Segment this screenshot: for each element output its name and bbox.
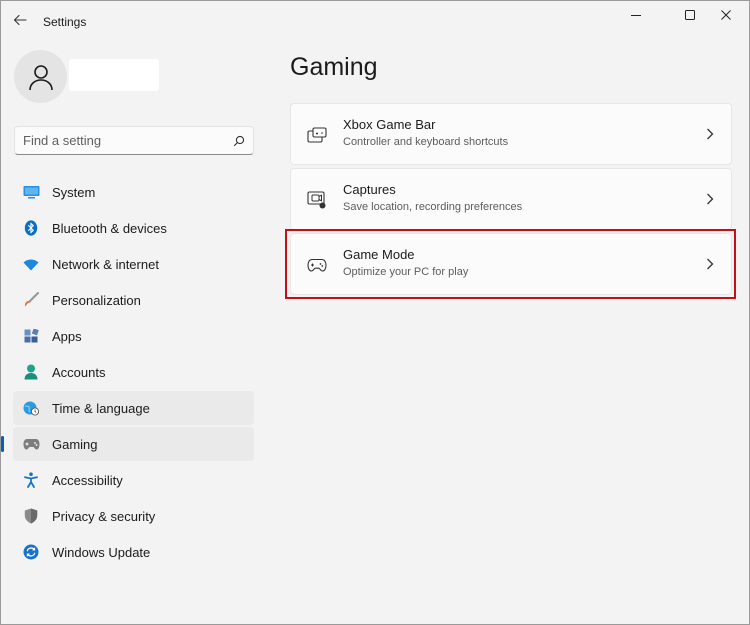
card-title: Captures: [343, 182, 396, 197]
sidebar-item-accounts[interactable]: Accounts: [13, 355, 254, 389]
card-title: Xbox Game Bar: [343, 117, 436, 132]
apps-icon: [22, 327, 40, 345]
app-title: Settings: [43, 15, 87, 29]
gamepad-icon: [22, 435, 40, 453]
maximize-icon: [685, 10, 695, 20]
user-icon: [28, 64, 53, 90]
captures-icon: [306, 189, 328, 211]
sidebar-item-gaming[interactable]: Gaming: [1, 427, 254, 461]
globe-clock-icon: [22, 399, 40, 417]
sidebar-item-system[interactable]: System: [13, 175, 254, 209]
sidebar-item-personalization[interactable]: Personalization: [13, 283, 254, 317]
sidebar-item-label: Accessibility: [52, 472, 123, 488]
sidebar-item-apps[interactable]: Apps: [13, 319, 254, 353]
sidebar-item-network-internet[interactable]: Network & internet: [13, 247, 254, 281]
accounts-icon: [22, 363, 40, 381]
sidebar-item-label: System: [52, 184, 96, 200]
sidebar-item-label: Gaming: [52, 436, 98, 452]
system-monitor-icon: [22, 183, 40, 201]
sidebar-item-label: Network & internet: [52, 256, 159, 272]
sidebar-item-accessibility[interactable]: Accessibility: [13, 463, 254, 497]
close-icon: [721, 10, 731, 20]
card-subtitle: Optimize your PC for play: [343, 266, 469, 278]
search-input[interactable]: [15, 127, 225, 154]
wifi-icon: [22, 255, 40, 273]
bluetooth-icon: [22, 219, 40, 237]
sidebar-item-privacy-security[interactable]: Privacy & security: [13, 499, 254, 533]
back-button[interactable]: [9, 9, 31, 31]
sidebar-item-label: Privacy & security: [52, 508, 156, 524]
sidebar-item-windows-update[interactable]: Windows Update: [13, 535, 254, 569]
selection-indicator: [1, 436, 4, 452]
card-subtitle: Save location, recording preferences: [343, 201, 523, 213]
card-xbox-game-bar[interactable]: Xbox Game Bar Controller and keyboard sh…: [290, 103, 732, 165]
chevron-right-icon: [703, 192, 717, 206]
search-box[interactable]: [14, 126, 254, 155]
title-bar: Settings: [1, 1, 749, 41]
sidebar-item-label: Windows Update: [52, 544, 151, 560]
page-title: Gaming: [290, 53, 378, 81]
account-name-redacted: [69, 59, 159, 91]
settings-window: Settings Find a setting System Bluetooth…: [0, 0, 750, 625]
back-arrow-icon: [13, 14, 27, 26]
sidebar-item-label: Personalization: [52, 292, 141, 308]
sidebar-item-label: Accounts: [52, 364, 106, 380]
chevron-right-icon: [703, 257, 717, 271]
sidebar-item-bluetooth-devices[interactable]: Bluetooth & devices: [13, 211, 254, 245]
sidebar-item-time-language[interactable]: Time & language: [13, 391, 254, 425]
card-captures[interactable]: Captures Save location, recording prefer…: [290, 168, 732, 230]
avatar[interactable]: [14, 50, 67, 103]
card-subtitle: Controller and keyboard shortcuts: [343, 136, 509, 148]
minimize-button[interactable]: [613, 1, 659, 29]
close-button[interactable]: [703, 1, 749, 29]
gamepad-icon: [306, 254, 328, 276]
sidebar-item-label: Time & language: [52, 400, 150, 416]
sidebar-nav: System Bluetooth & devices Network & int…: [1, 175, 254, 571]
paintbrush-icon: [22, 291, 40, 309]
update-icon: [22, 543, 40, 561]
sidebar-item-label: Apps: [52, 328, 82, 344]
search-icon[interactable]: [231, 133, 247, 149]
card-title: Game Mode: [343, 247, 415, 262]
sidebar-item-label: Bluetooth & devices: [52, 220, 167, 236]
accessibility-icon: [22, 471, 40, 489]
shield-icon: [22, 507, 40, 525]
minimize-icon: [631, 15, 641, 16]
card-game-mode[interactable]: Game Mode Optimize your PC for play: [290, 233, 732, 295]
chevron-right-icon: [703, 127, 717, 141]
game-bar-icon: [306, 124, 328, 146]
